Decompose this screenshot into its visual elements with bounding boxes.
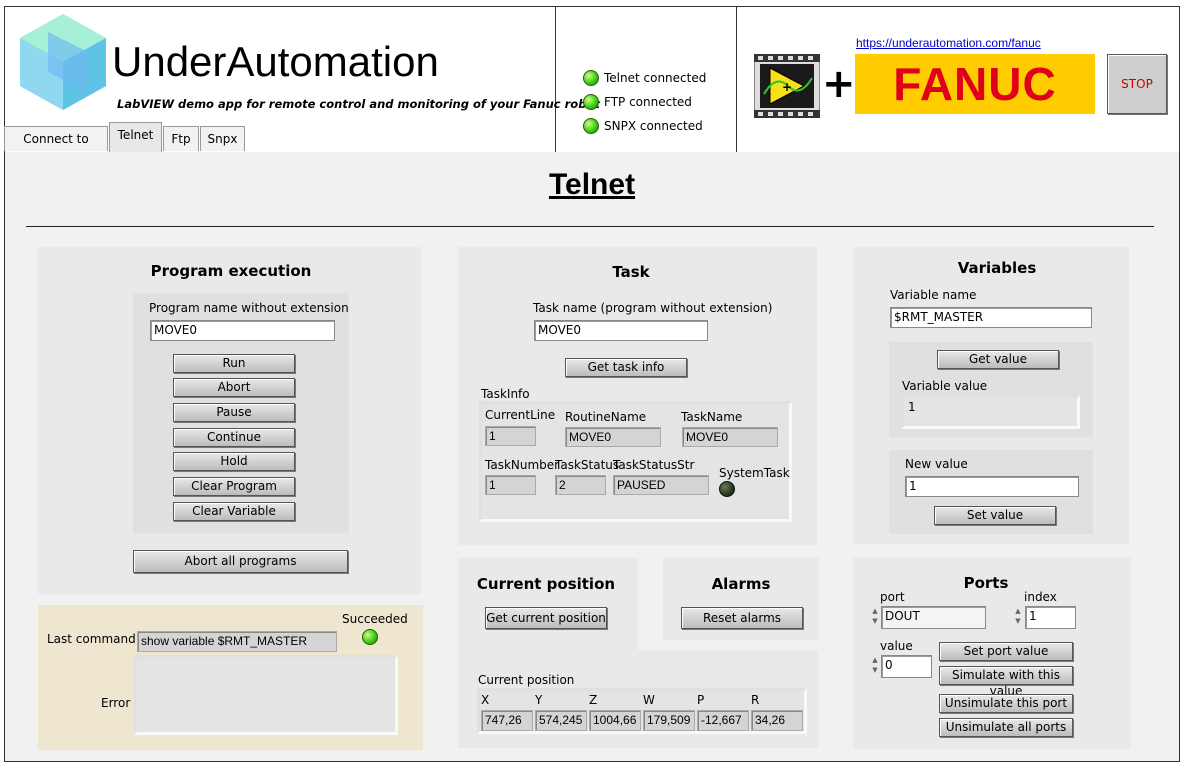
variable-name-input[interactable]: $RMT_MASTER: [890, 307, 1092, 328]
system-task-label: SystemTask: [719, 466, 790, 480]
abort-all-programs-button[interactable]: Abort all programs: [133, 550, 348, 573]
value-label: value: [880, 639, 913, 653]
position-value: 179,509: [643, 710, 695, 731]
task-status-str-label: TaskStatusStr: [613, 458, 695, 472]
task-name-label: Task name (program without extension): [533, 301, 773, 315]
tab-snpx[interactable]: Snpx: [200, 126, 245, 151]
brand-title: UnderAutomation: [112, 38, 439, 85]
unsimulate-all-ports-button[interactable]: Unsimulate all ports: [939, 718, 1073, 737]
task-number-label: TaskNumber: [485, 458, 560, 472]
stop-button[interactable]: STOP: [1107, 54, 1167, 114]
variable-value-label: Variable value: [902, 379, 988, 393]
position-column-label: Y: [535, 693, 543, 707]
website-link[interactable]: https://underautomation.com/fanuc: [856, 36, 1041, 50]
get-task-info-button[interactable]: Get task info: [565, 358, 687, 377]
error-value: [134, 655, 398, 735]
fanuc-logo: FANUC: [855, 54, 1095, 114]
task-number-value: 1: [485, 475, 536, 495]
last-command-value: show variable $RMT_MASTER: [137, 631, 337, 652]
routine-name-value: MOVE0: [565, 427, 661, 447]
routine-name-label: RoutineName: [565, 410, 647, 424]
variable-name-label: Variable name: [890, 288, 977, 302]
clear-variable-button[interactable]: Clear Variable: [173, 502, 295, 521]
get-current-position-button[interactable]: Get current position: [485, 607, 607, 629]
task-status-str-value: PAUSED: [613, 475, 709, 495]
port-label: port: [880, 590, 905, 604]
alarms-title: Alarms: [711, 575, 771, 593]
position-column-label: W: [643, 693, 655, 707]
unsimulate-port-button[interactable]: Unsimulate this port: [939, 694, 1073, 713]
current-line-value: 1: [485, 426, 536, 446]
labview-icon: +: [754, 54, 820, 118]
task-name-input[interactable]: MOVE0: [534, 320, 708, 341]
clear-program-button[interactable]: Clear Program: [173, 477, 295, 496]
hold-button[interactable]: Hold: [173, 452, 295, 471]
error-label: Error :: [101, 696, 139, 710]
last-command-label: Last command :: [47, 632, 144, 646]
position-column-label: P: [697, 693, 705, 707]
current-position-title: Current position: [476, 575, 616, 593]
pause-button[interactable]: Pause: [173, 403, 295, 422]
port-stepper-icon[interactable]: ▲ ▼: [870, 606, 880, 628]
task-title: Task: [612, 263, 650, 281]
task-name-info-label: TaskName: [681, 410, 743, 424]
telnet-status-led: [583, 70, 599, 86]
set-port-value-button[interactable]: Set port value: [939, 642, 1073, 661]
index-label: index: [1024, 590, 1057, 604]
ftp-status-label: FTP connected: [604, 95, 692, 109]
value-stepper-icon[interactable]: ▲ ▼: [870, 655, 880, 677]
snpx-status-led: [583, 118, 599, 134]
new-value-input[interactable]: 1: [905, 476, 1079, 497]
port-value-input[interactable]: 0: [881, 655, 932, 678]
page-title: Telnet: [548, 168, 636, 201]
position-value: 747,26: [481, 710, 533, 731]
program-execution-title: Program execution: [150, 262, 312, 280]
plus-icon: +: [822, 61, 856, 107]
current-position-label: Current position: [478, 673, 575, 687]
snpx-status-label: SNPX connected: [604, 119, 703, 133]
position-value: 1004,66: [589, 710, 641, 731]
position-value: 34,26: [751, 710, 803, 731]
tab-connect-to-robot[interactable]: Connect to robot: [4, 126, 108, 170]
task-status-value: 2: [555, 475, 606, 495]
get-value-button[interactable]: Get value: [937, 350, 1059, 369]
variables-title: Variables: [957, 259, 1037, 277]
ftp-status-led: [583, 94, 599, 110]
reset-alarms-button[interactable]: Reset alarms: [681, 607, 803, 629]
program-name-input[interactable]: MOVE0: [150, 320, 335, 341]
position-value: 574,245: [535, 710, 587, 731]
simulate-with-value-button[interactable]: Simulate with this value: [939, 666, 1073, 698]
task-status-label: TaskStatus: [555, 458, 620, 472]
position-column-label: X: [481, 693, 490, 707]
new-value-label: New value: [905, 457, 968, 471]
abort-button[interactable]: Abort: [173, 378, 295, 397]
svg-text:+: +: [782, 80, 792, 94]
set-value-button[interactable]: Set value: [934, 506, 1056, 525]
position-column-label: Z: [589, 693, 598, 707]
continue-button[interactable]: Continue: [173, 428, 295, 447]
tab-telnet[interactable]: Telnet: [109, 122, 162, 152]
position-column-label: R: [751, 693, 760, 707]
index-input[interactable]: 1: [1025, 606, 1076, 629]
telnet-status-label: Telnet connected: [604, 71, 707, 85]
title-divider: [26, 226, 1154, 227]
run-button[interactable]: Run: [173, 354, 295, 373]
divider: [555, 6, 556, 152]
underautomation-logo-icon: [20, 14, 106, 110]
tab-ftp[interactable]: Ftp: [163, 126, 199, 151]
program-name-label: Program name without extension: [149, 301, 349, 315]
succeeded-led: [362, 629, 378, 645]
current-position-panel: [458, 558, 638, 650]
task-info-label: TaskInfo: [481, 387, 530, 401]
brand-subtitle: LabVIEW demo app for remote control and …: [117, 97, 600, 111]
system-task-led: [719, 481, 735, 497]
succeeded-label: Succeeded: [342, 612, 408, 626]
position-value: -12,667: [697, 710, 749, 731]
variable-value: 1: [901, 395, 1080, 429]
index-stepper-icon[interactable]: ▲ ▼: [1013, 606, 1023, 628]
current-line-label: CurrentLine: [485, 408, 556, 422]
port-select[interactable]: DOUT: [881, 606, 986, 629]
task-name-value: MOVE0: [682, 427, 778, 447]
divider: [736, 6, 737, 152]
